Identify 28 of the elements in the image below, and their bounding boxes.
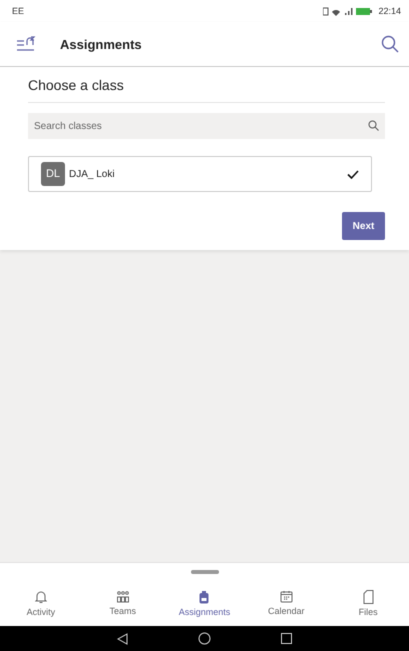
checkmark-icon xyxy=(347,170,359,178)
nav-tab[interactable]: Teams xyxy=(82,580,164,626)
nav-tab[interactable]: Activity xyxy=(0,580,82,626)
nav-tab[interactable]: Assignments xyxy=(164,580,246,626)
class-avatar: DL xyxy=(41,162,65,186)
recents-icon[interactable] xyxy=(281,633,292,644)
bell-icon xyxy=(34,590,47,604)
nav-tab[interactable]: Calendar xyxy=(245,580,328,626)
status-icons xyxy=(323,6,374,16)
page-title: Assignments xyxy=(60,36,143,52)
clock-time: 22:14 xyxy=(378,6,401,16)
next-button[interactable]: Next xyxy=(342,212,385,240)
people-icon xyxy=(116,590,130,602)
back-icon[interactable] xyxy=(117,632,128,644)
nav-tab[interactable]: Files xyxy=(327,580,409,626)
panel-title: Choose a class xyxy=(28,67,385,103)
search-field[interactable]: Search classes xyxy=(28,113,385,139)
backpack-icon xyxy=(198,590,210,604)
home-icon[interactable] xyxy=(198,632,211,645)
file-icon xyxy=(362,590,374,604)
class-item[interactable]: DL DJA_ Loki xyxy=(28,156,372,192)
search-icon xyxy=(368,120,379,131)
calendar-icon xyxy=(280,590,293,603)
carrier-label: EE xyxy=(12,6,24,16)
class-name: DJA_ Loki xyxy=(69,168,116,180)
drag-handle[interactable] xyxy=(190,570,218,574)
filter-icon[interactable] xyxy=(16,36,36,52)
search-icon[interactable] xyxy=(381,35,399,53)
